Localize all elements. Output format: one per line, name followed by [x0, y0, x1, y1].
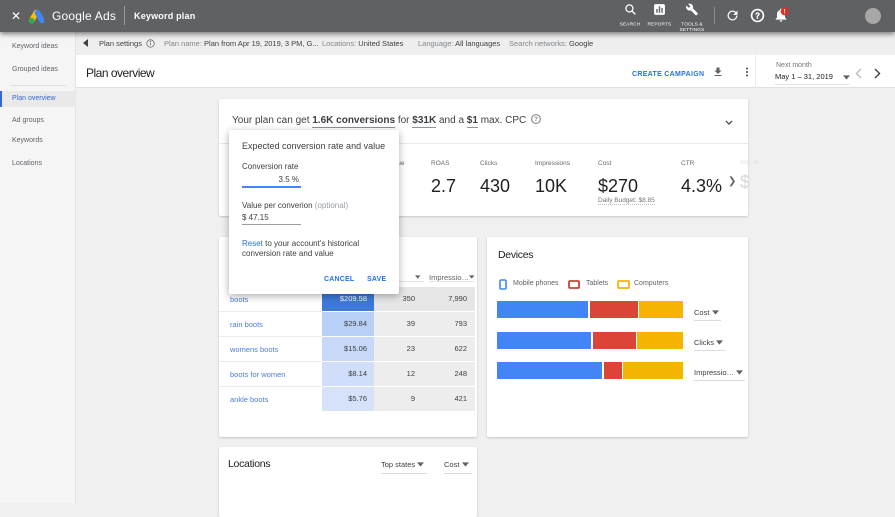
svg-text:?: ? — [534, 117, 538, 123]
svg-text:?: ? — [755, 11, 760, 20]
svg-text:!: ! — [784, 9, 786, 15]
